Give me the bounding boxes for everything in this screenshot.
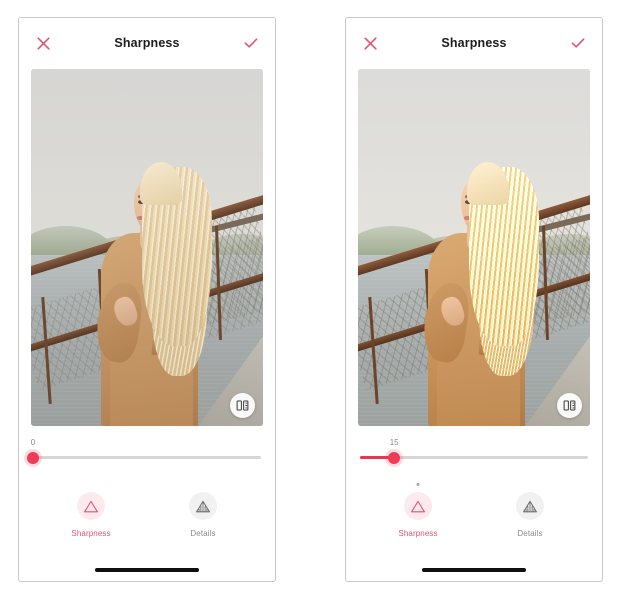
slider-value-label: 15	[389, 438, 399, 447]
photo-canvas	[358, 69, 590, 426]
tab-label: Sharpness	[71, 529, 111, 538]
adjustment-tabs-after: Sharpness Details	[346, 468, 602, 559]
sharpness-slider[interactable]: 15	[360, 438, 588, 468]
tab-sharpness[interactable]: Sharpness	[387, 483, 449, 538]
home-indicator[interactable]	[422, 568, 526, 572]
phone-frame-after: Sharpness 15 Sharpness Details	[345, 17, 603, 582]
tab-label: Sharpness	[398, 529, 438, 538]
home-indicator-area	[19, 559, 275, 581]
photo-canvas	[31, 69, 263, 426]
triangle-outline-icon	[77, 492, 105, 520]
adjustment-tabs-before: Sharpness Details	[19, 468, 275, 559]
home-indicator[interactable]	[95, 568, 199, 572]
triangle-hatched-icon	[516, 492, 544, 520]
triangle-outline-icon	[404, 492, 432, 520]
slider-track[interactable]	[33, 456, 261, 459]
tab-details[interactable]: Details	[172, 492, 234, 538]
editor-header-before: Sharpness	[19, 18, 275, 68]
close-x-icon[interactable]	[359, 32, 381, 54]
close-x-icon[interactable]	[32, 32, 54, 54]
person-subject	[31, 69, 263, 426]
triangle-hatched-icon	[189, 492, 217, 520]
slider-thumb[interactable]	[27, 451, 39, 464]
compare-split-icon[interactable]	[557, 393, 582, 418]
slider-thumb[interactable]	[388, 451, 401, 464]
editor-header-after: Sharpness	[346, 18, 602, 68]
modified-dot-indicator	[416, 483, 420, 486]
comparison-stage: Sharpness 0 Sharpness Details Sharpness …	[0, 0, 628, 599]
compare-split-icon[interactable]	[230, 393, 255, 418]
photo-preview-after[interactable]	[358, 69, 590, 426]
tab-label: Details	[517, 529, 543, 538]
phone-frame-before: Sharpness 0 Sharpness Details	[18, 17, 276, 582]
sharpness-slider[interactable]: 0	[27, 438, 261, 468]
tab-details[interactable]: Details	[499, 492, 561, 538]
checkmark-icon[interactable]	[567, 32, 589, 54]
checkmark-icon[interactable]	[240, 32, 262, 54]
photo-preview-before[interactable]	[31, 69, 263, 426]
slider-area-after: 15	[346, 426, 602, 468]
tab-sharpness[interactable]: Sharpness	[60, 492, 122, 538]
home-indicator-area	[346, 559, 602, 581]
slider-value-label: 0	[30, 438, 36, 447]
page-title: Sharpness	[441, 36, 507, 50]
page-title: Sharpness	[114, 36, 180, 50]
person-subject	[358, 69, 590, 426]
slider-area-before: 0	[19, 426, 275, 468]
tab-label: Details	[190, 529, 216, 538]
